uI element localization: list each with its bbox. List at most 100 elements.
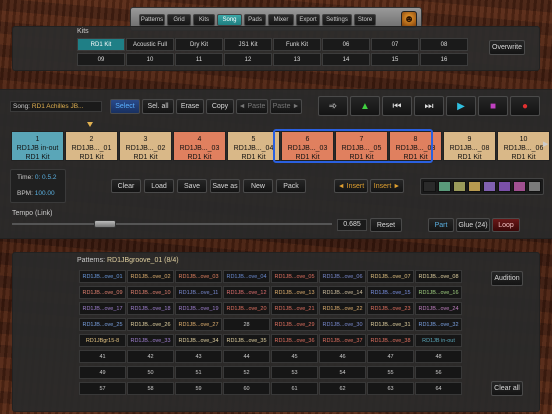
- save-as-button[interactable]: Save as: [210, 179, 240, 193]
- song-pad[interactable]: 1 RD1JB in-out RD1 Kit: [11, 131, 64, 161]
- record-icon[interactable]: ●: [510, 96, 540, 116]
- part-button[interactable]: Part: [428, 218, 454, 232]
- color-swatch[interactable]: [498, 181, 511, 192]
- tab-kits[interactable]: Kits: [193, 14, 215, 26]
- pattern-cell[interactable]: 50: [127, 366, 174, 379]
- kit-slot-16[interactable]: 16: [420, 53, 468, 66]
- tab-export[interactable]: Export: [296, 14, 320, 26]
- pattern-cell[interactable]: RD1JB...ove_38: [367, 334, 414, 347]
- clear-all-button[interactable]: Clear all: [491, 381, 523, 396]
- pattern-cell[interactable]: RD1JB...ove_09: [79, 286, 126, 299]
- pattern-cell[interactable]: RD1JB...ove_21: [271, 302, 318, 315]
- pattern-cell[interactable]: 41: [79, 350, 126, 363]
- pattern-cell[interactable]: 56: [415, 366, 462, 379]
- tab-mixer[interactable]: Mixer: [268, 14, 294, 26]
- skip-back-icon[interactable]: ⏮: [382, 96, 412, 116]
- color-swatch[interactable]: [453, 181, 466, 192]
- play-icon[interactable]: ▶: [446, 96, 476, 116]
- pattern-cell[interactable]: RD1JB...ove_05: [271, 270, 318, 283]
- color-swatch[interactable]: [468, 181, 481, 192]
- stop-icon[interactable]: ■: [478, 96, 508, 116]
- song-pad[interactable]: 8 RD1JB..._03 RD1 Kit: [389, 131, 442, 161]
- pattern-cell[interactable]: 62: [319, 382, 366, 395]
- kit-slot-rd1-kit[interactable]: RD1 Kit: [77, 38, 125, 51]
- pattern-cell[interactable]: RD1JB...ove_31: [367, 318, 414, 331]
- pattern-cell[interactable]: RD1JB...ove_24: [415, 302, 462, 315]
- color-swatch[interactable]: [513, 181, 526, 192]
- pattern-cell[interactable]: RD1JB...ove_22: [319, 302, 366, 315]
- reset-button[interactable]: Reset: [370, 218, 402, 232]
- song-pad[interactable]: 7 RD1JB..._05 RD1 Kit: [335, 131, 388, 161]
- pattern-cell[interactable]: 49: [79, 366, 126, 379]
- kit-slot-11[interactable]: 11: [175, 53, 223, 66]
- tempo-slider-thumb[interactable]: [93, 220, 116, 228]
- kit-slot-15[interactable]: 15: [371, 53, 419, 66]
- song-pad[interactable]: 5 RD1JB..._04 RD1 Kit: [227, 131, 280, 161]
- color-swatch[interactable]: [528, 181, 541, 192]
- kit-slot-07[interactable]: 07: [371, 38, 419, 51]
- pattern-cell[interactable]: 43: [175, 350, 222, 363]
- pattern-cell[interactable]: RD1JB...ove_26: [127, 318, 174, 331]
- sel-all-button[interactable]: Sel. all: [142, 99, 174, 114]
- pattern-cell[interactable]: RD1JB...ove_08: [415, 270, 462, 283]
- pattern-cell[interactable]: RD1JB...ove_10: [127, 286, 174, 299]
- audio-icon[interactable]: ➾: [318, 96, 348, 116]
- tab-settings[interactable]: Settings: [322, 14, 352, 26]
- kit-slot-acoustic-full[interactable]: Acoustic Full: [126, 38, 174, 51]
- tempo-value-field[interactable]: 0.685: [337, 219, 367, 231]
- pattern-cell[interactable]: 47: [367, 350, 414, 363]
- pattern-cell[interactable]: 60: [223, 382, 270, 395]
- pattern-cell[interactable]: RD1JB...ove_23: [367, 302, 414, 315]
- save-button[interactable]: Save: [177, 179, 207, 193]
- pattern-cell[interactable]: 54: [319, 366, 366, 379]
- clear-button[interactable]: Clear: [111, 179, 141, 193]
- pattern-cell[interactable]: 44: [223, 350, 270, 363]
- kit-slot-12[interactable]: 12: [224, 53, 272, 66]
- pattern-cell[interactable]: RD1JB...ove_13: [271, 286, 318, 299]
- pattern-cell[interactable]: RD1JB...ove_33: [127, 334, 174, 347]
- overwrite-button[interactable]: Overwrite: [489, 40, 525, 55]
- pattern-cell[interactable]: RD1JB...ove_36: [271, 334, 318, 347]
- pattern-cell[interactable]: RD1JB...ove_19: [175, 302, 222, 315]
- tab-store[interactable]: Store: [354, 14, 376, 26]
- kit-slot-10[interactable]: 10: [126, 53, 174, 66]
- pattern-cell[interactable]: RD1JB...ove_27: [175, 318, 222, 331]
- kit-slot-dry-kit[interactable]: Dry Kit: [175, 38, 223, 51]
- pattern-cell[interactable]: RD1JB...ove_17: [79, 302, 126, 315]
- pattern-cell[interactable]: 57: [79, 382, 126, 395]
- pattern-cell[interactable]: RD1JB...ove_29: [271, 318, 318, 331]
- pattern-cell[interactable]: 59: [175, 382, 222, 395]
- pattern-cell[interactable]: RD1JB...ove_12: [223, 286, 270, 299]
- pattern-cell[interactable]: RD1JB in-out: [415, 334, 462, 347]
- pattern-cell[interactable]: RD1JB...ove_07: [367, 270, 414, 283]
- pack-button[interactable]: Pack: [276, 179, 306, 193]
- pattern-cell[interactable]: RD1JB...ove_25: [79, 318, 126, 331]
- scroll-right-icon[interactable]: ▶: [543, 140, 548, 148]
- pattern-cell[interactable]: RD1JB...ove_35: [223, 334, 270, 347]
- pattern-cell[interactable]: RD1JB...ove_11: [175, 286, 222, 299]
- pattern-cell[interactable]: RD1JB...ove_06: [319, 270, 366, 283]
- tab-pads[interactable]: Pads: [244, 14, 266, 26]
- pattern-cell[interactable]: RD1JB...ove_34: [175, 334, 222, 347]
- kit-slot-14[interactable]: 14: [322, 53, 370, 66]
- pattern-cell[interactable]: RD1JB...ove_16: [415, 286, 462, 299]
- pattern-cell[interactable]: 46: [319, 350, 366, 363]
- pattern-cell[interactable]: 55: [367, 366, 414, 379]
- song-pad[interactable]: 3 RD1JB..._02 RD1 Kit: [119, 131, 172, 161]
- pattern-cell[interactable]: RD1JB...ove_20: [223, 302, 270, 315]
- metronome-icon[interactable]: ▲: [350, 96, 380, 116]
- song-pad[interactable]: 4 RD1JB..._03 RD1 Kit: [173, 131, 226, 161]
- pattern-cell[interactable]: 28: [223, 318, 270, 331]
- pattern-cell[interactable]: 42: [127, 350, 174, 363]
- loop-button[interactable]: Loop: [492, 218, 520, 232]
- pattern-cell[interactable]: RD1JB...ove_15: [367, 286, 414, 299]
- tab-patterns[interactable]: Patterns: [139, 14, 165, 26]
- pattern-cell[interactable]: RD1JB...ove_37: [319, 334, 366, 347]
- pattern-cell[interactable]: 58: [127, 382, 174, 395]
- kit-slot-13[interactable]: 13: [273, 53, 321, 66]
- copy-button[interactable]: Copy: [206, 99, 234, 114]
- pattern-cell[interactable]: RD1JB...ove_01: [79, 270, 126, 283]
- tempo-slider-track[interactable]: [12, 223, 332, 225]
- tab-grid[interactable]: Grid: [167, 14, 191, 26]
- erase-button[interactable]: Erase: [176, 99, 204, 114]
